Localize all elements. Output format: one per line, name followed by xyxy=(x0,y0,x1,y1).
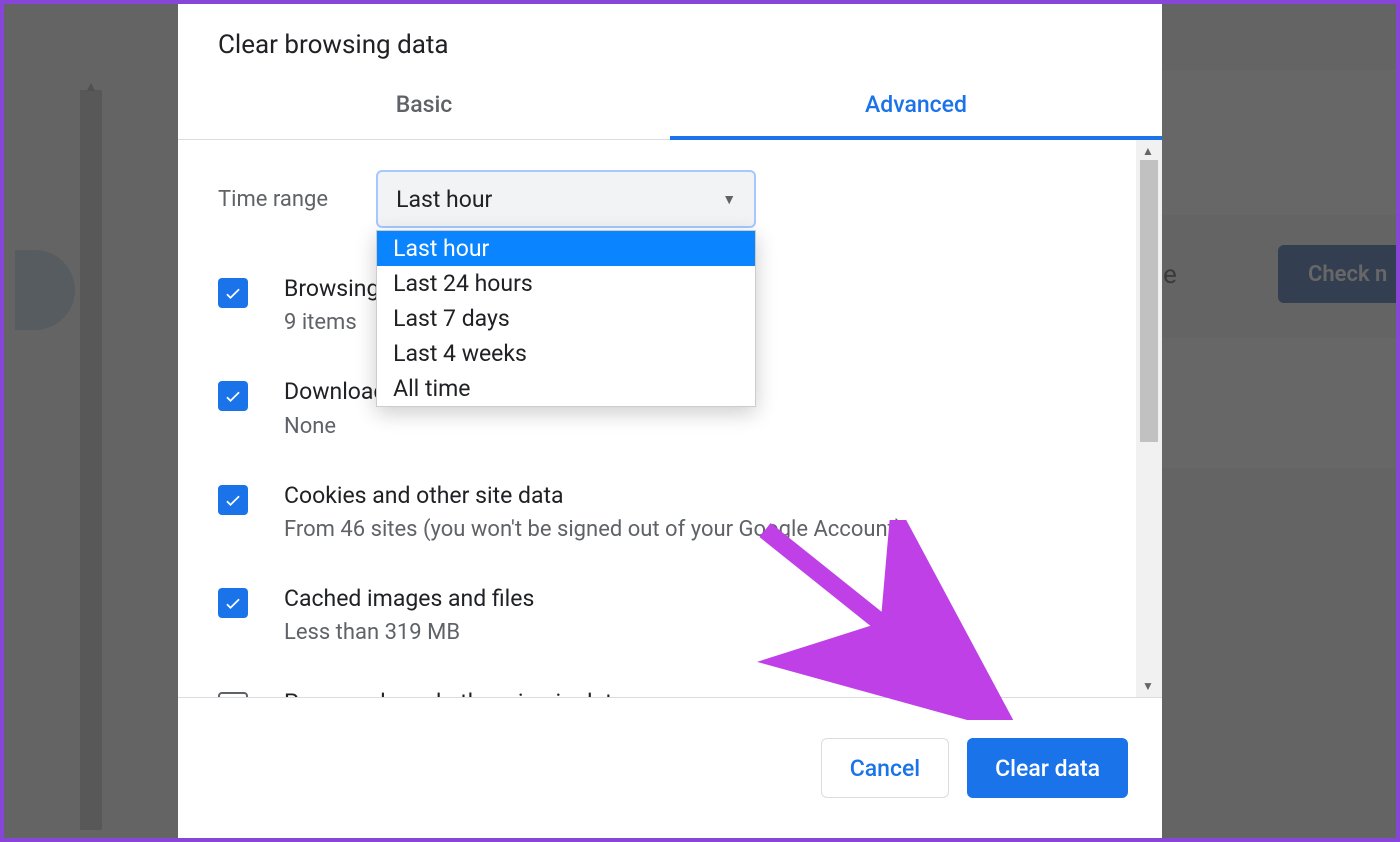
list-item: Cached images and files Less than 319 MB xyxy=(218,583,1116,650)
cancel-button[interactable]: Cancel xyxy=(821,738,949,798)
time-range-select[interactable]: Last hour ▼ xyxy=(376,170,756,228)
time-range-label: Time range xyxy=(218,187,328,212)
dialog-title: Clear browsing data xyxy=(178,0,1162,90)
check-icon xyxy=(223,490,243,510)
tab-advanced[interactable]: Advanced xyxy=(670,91,1162,140)
checkbox-browsing-history[interactable] xyxy=(218,278,248,308)
dropdown-option-last-24-hours[interactable]: Last 24 hours xyxy=(377,266,755,301)
clear-browsing-data-dialog: Clear browsing data Basic Advanced Time … xyxy=(178,0,1162,838)
time-range-selected-value: Last hour xyxy=(396,186,492,213)
scroll-up-icon[interactable]: ▲ xyxy=(1142,144,1154,158)
scroll-down-icon[interactable]: ▼ xyxy=(1142,679,1154,693)
time-range-row: Time range Last hour ▼ Last hour Last 24… xyxy=(218,170,1116,228)
item-title: Cached images and files xyxy=(284,583,1116,615)
scrollbar[interactable]: ▲ ▼ xyxy=(1136,140,1162,697)
clear-data-button[interactable]: Clear data xyxy=(967,738,1128,798)
dropdown-option-last-4-weeks[interactable]: Last 4 weeks xyxy=(377,336,755,371)
checkbox-cookies[interactable] xyxy=(218,485,248,515)
item-subtitle: From 46 sites (you won't be signed out o… xyxy=(284,512,1116,547)
dropdown-option-last-7-days[interactable]: Last 7 days xyxy=(377,301,755,336)
item-subtitle: None xyxy=(284,409,1116,444)
tab-basic[interactable]: Basic xyxy=(178,91,670,140)
dropdown-option-last-hour[interactable]: Last hour xyxy=(377,231,755,266)
check-icon xyxy=(223,593,243,613)
list-item: Passwords and other sign-in data xyxy=(218,687,1116,698)
item-subtitle: Less than 319 MB xyxy=(284,615,1116,650)
dialog-content: Time range Last hour ▼ Last hour Last 24… xyxy=(178,140,1162,697)
checkbox-cached-files[interactable] xyxy=(218,588,248,618)
dialog-footer: Cancel Clear data xyxy=(178,697,1162,838)
list-item: Cookies and other site data From 46 site… xyxy=(218,480,1116,547)
time-range-dropdown: Last hour Last 24 hours Last 7 days Last… xyxy=(376,230,756,407)
chevron-down-icon: ▼ xyxy=(722,191,736,208)
checkbox-download-history[interactable] xyxy=(218,381,248,411)
scrollbar-thumb[interactable] xyxy=(1140,160,1158,442)
item-title: Passwords and other sign-in data xyxy=(284,687,1116,698)
check-icon xyxy=(223,386,243,406)
checkbox-passwords[interactable] xyxy=(218,692,248,698)
dropdown-option-all-time[interactable]: All time xyxy=(377,371,755,406)
item-title: Cookies and other site data xyxy=(284,480,1116,512)
check-icon xyxy=(223,283,243,303)
tab-bar: Basic Advanced xyxy=(178,90,1162,140)
